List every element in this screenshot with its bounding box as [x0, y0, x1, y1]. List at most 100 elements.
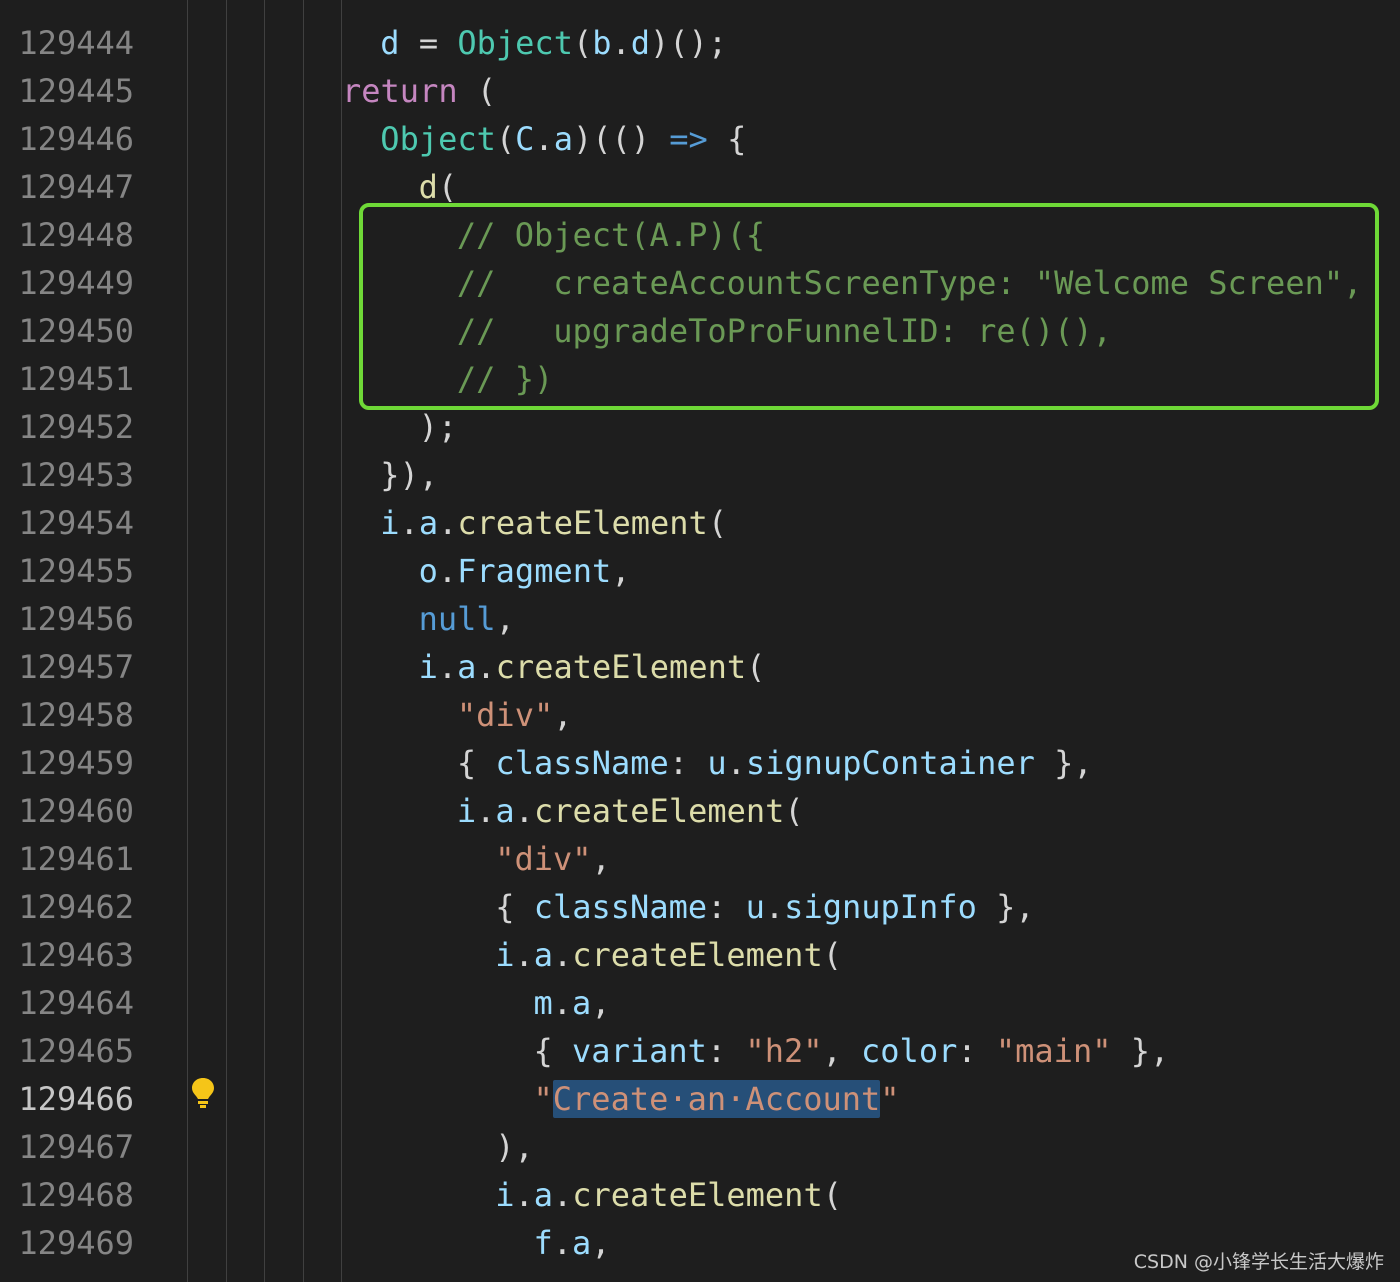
code-text: d( [419, 163, 458, 211]
code-line[interactable]: 129447 d( [0, 163, 1400, 211]
code-line[interactable]: 129448 // Object(A.P)({ [0, 211, 1400, 259]
code-line[interactable]: 129461 "div", [0, 835, 1400, 883]
code-line[interactable]: 129460 i.a.createElement( [0, 787, 1400, 835]
code-line[interactable]: 129451 // }) [0, 355, 1400, 403]
code-token: . [611, 24, 631, 62]
code-token: createElement [495, 648, 747, 686]
line-number: 129465 [18, 1032, 134, 1070]
line-number: 129461 [18, 840, 134, 878]
line-number: 129469 [18, 1224, 134, 1262]
line-number: 129455 [18, 552, 134, 590]
code-token: Object [457, 24, 573, 62]
code-token: : [668, 744, 708, 782]
code-token: "div" [456, 696, 554, 734]
code-token: a [553, 120, 573, 158]
code-token: . [514, 936, 534, 974]
code-token: signupInfo [784, 888, 977, 926]
code-line[interactable]: 129449 // createAccountScreenType: "Welco… [0, 259, 1400, 307]
code-token: . [514, 1176, 534, 1214]
code-token: . [726, 744, 746, 782]
code-line[interactable]: 129456 null, [0, 595, 1400, 643]
code-text: ); [419, 403, 458, 451]
line-number: 129449 [18, 264, 134, 302]
code-token: o [418, 552, 438, 590]
code-token: i [495, 936, 515, 974]
code-token: . [476, 792, 496, 830]
code-text: i.a.createElement( [419, 643, 766, 691]
code-token: i [418, 648, 438, 686]
code-token: // }) [456, 360, 554, 398]
code-token: , [495, 600, 515, 638]
selected-text: Create·an·Account [552, 1080, 881, 1118]
code-line[interactable]: 129462 { className: u.signupInfo }, [0, 883, 1400, 931]
code-line[interactable]: 129457 i.a.createElement( [0, 643, 1400, 691]
code-token: : [707, 888, 746, 926]
line-number: 129464 [18, 984, 134, 1022]
code-line[interactable]: 129453}), [0, 451, 1400, 499]
code-token: }, [976, 888, 1035, 926]
code-token: ), [495, 1128, 534, 1166]
code-token: d [380, 24, 400, 62]
code-token: null [418, 600, 496, 638]
code-line[interactable]: 129464 m.a, [0, 979, 1400, 1027]
code-token: . [764, 888, 785, 926]
code-line[interactable]: 129455 o.Fragment, [0, 547, 1400, 595]
code-text: "div", [495, 835, 611, 883]
line-number: 129448 [18, 216, 134, 254]
code-token: return [342, 72, 458, 110]
code-line[interactable]: 129444 d = Object(b.d)(); [0, 19, 1400, 67]
code-token: a [572, 1224, 592, 1262]
code-line[interactable]: 129459 { className: u.signupContainer }, [0, 739, 1400, 787]
code-text: "div", [457, 691, 573, 739]
code-text: i.a.createElement( [457, 787, 804, 835]
code-token: a [533, 1176, 553, 1214]
code-line[interactable]: 129465 { variant: "h2", color: "main" }, [0, 1027, 1400, 1075]
code-token: . [534, 120, 554, 158]
code-token: }, [1034, 744, 1093, 782]
code-token: { [456, 744, 496, 782]
line-number: 129452 [18, 408, 134, 446]
lightbulb-icon[interactable] [190, 1076, 216, 1110]
code-token: ( [572, 24, 593, 62]
code-token: }, [1111, 1032, 1170, 1070]
code-token: ( [746, 648, 766, 686]
code-line[interactable]: 129450 // upgradeToProFunnelID: re()(), [0, 307, 1400, 355]
line-number: 129451 [18, 360, 134, 398]
code-text: m.a, [534, 979, 611, 1027]
code-text: // Object(A.P)({ [457, 211, 765, 259]
code-token: : [957, 1032, 996, 1070]
code-text: // createAccountScreenType: "Welcome Scr… [457, 259, 1362, 307]
code-token: // Object(A.P)({ [456, 216, 766, 254]
code-token: d [418, 168, 438, 206]
code-line[interactable]: 129452); [0, 403, 1400, 451]
code-text: // upgradeToProFunnelID: re()(), [457, 307, 1112, 355]
code-text: "Create·an·Account" [534, 1075, 900, 1123]
code-token: => [669, 120, 708, 158]
code-line[interactable]: 129454 i.a.createElement( [0, 499, 1400, 547]
code-text: i.a.createElement( [495, 1171, 842, 1219]
code-token: . [552, 936, 573, 974]
code-line[interactable]: 129468 i.a.createElement( [0, 1171, 1400, 1219]
code-line[interactable]: 129445 return ( [0, 67, 1400, 115]
code-token: a [572, 984, 592, 1022]
code-line[interactable]: 129458 "div", [0, 691, 1400, 739]
code-token: , [591, 840, 611, 878]
line-number: 129450 [18, 312, 134, 350]
code-line[interactable]: 129446 Object(C.a)(() => { [0, 115, 1400, 163]
code-token: i [495, 1176, 515, 1214]
code-token: , [591, 1224, 611, 1262]
code-text: ), [495, 1123, 534, 1171]
code-token: createElement [572, 936, 823, 974]
code-token: a [457, 648, 477, 686]
code-line[interactable]: 129467), [0, 1123, 1400, 1171]
line-number: 129466 [18, 1080, 134, 1118]
code-token: = [399, 24, 458, 62]
code-token: u [745, 888, 765, 926]
code-token: . [476, 648, 496, 686]
code-text: o.Fragment, [419, 547, 631, 595]
line-number: 129458 [18, 696, 134, 734]
code-token: }), [380, 456, 439, 494]
code-token: { [707, 120, 747, 158]
code-line[interactable]: 129463 i.a.createElement( [0, 931, 1400, 979]
code-editor[interactable]: 129444 d = Object(b.d)(); 129445 return (12… [0, 0, 1400, 1282]
